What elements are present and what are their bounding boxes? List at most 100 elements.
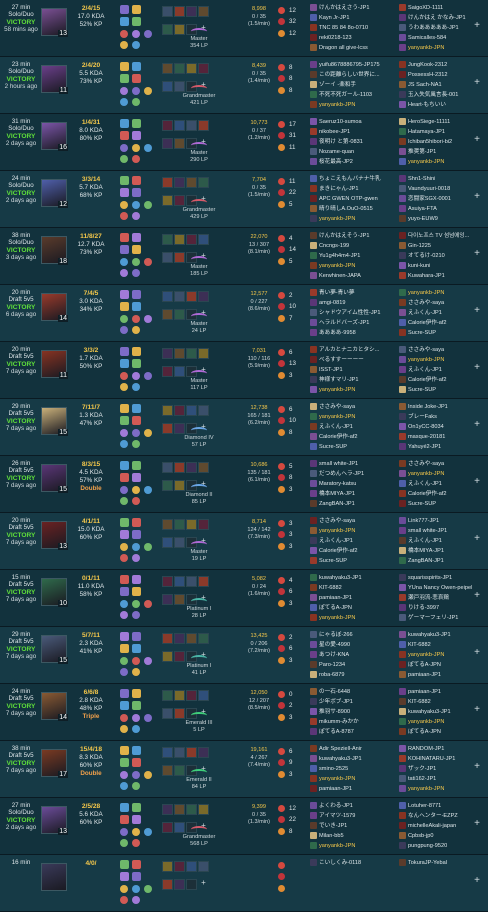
player-entry[interactable]: HeroSiege-11111 — [399, 117, 485, 127]
player-entry[interactable]: yanyankb-JPN — [399, 43, 485, 53]
player-entry[interactable]: でいき-JP1 — [310, 821, 396, 831]
player-entry[interactable]: yanyankb-JPN — [399, 288, 485, 298]
player-name[interactable]: Calorie伊作-af2 — [408, 491, 447, 497]
player-name[interactable]: べるすすーーーー — [319, 357, 364, 363]
player-entry[interactable]: Cpbsb-jp0 — [399, 831, 485, 841]
player-entry[interactable]: この距離らしい世界に... — [310, 70, 396, 80]
player-name[interactable]: ささみや-saya — [408, 461, 444, 467]
player-entry[interactable]: masque-20181 — [399, 432, 485, 442]
player-name[interactable]: TNC 85 84 8o-0710 — [319, 25, 368, 31]
player-entry[interactable]: まきにゃん-JP1 — [310, 184, 396, 194]
player-entry[interactable]: KIT-6882 — [310, 583, 396, 593]
player-entry[interactable]: reki0218-123 — [310, 33, 396, 43]
player-entry[interactable]: smino-2525 — [310, 764, 396, 774]
player-name[interactable]: アルカとナニカとタシ... — [319, 347, 379, 353]
player-name[interactable]: On1yCC-8034 — [408, 424, 444, 430]
player-entry[interactable]: えふくん-JP1 — [310, 422, 396, 432]
player-entry[interactable]: ぽてるA-JPN — [399, 660, 485, 670]
match-row[interactable]: 29 min Draft 5v5 VICTORY 7 days ago 15 5/7/11… — [0, 627, 488, 684]
player-name[interactable]: 瀬戸羽流-悲哀鶏 — [408, 595, 449, 601]
player-name[interactable]: Sucre-SUP — [319, 444, 347, 450]
player-name[interactable]: Lotuher-8771 — [408, 803, 441, 809]
player-name[interactable]: Kerwhinen-JAPA — [319, 273, 361, 279]
player-name[interactable]: Asuiya-FTA — [408, 206, 437, 212]
player-name[interactable]: kuni-kuni — [408, 263, 430, 269]
player-name[interactable]: Milan-bb5 — [319, 833, 344, 839]
player-entry[interactable]: Saeruz10-sumoa — [310, 117, 396, 127]
player-name[interactable]: Sucre-SUP — [408, 501, 436, 507]
player-name[interactable]: ZangBAN-JP1 — [408, 558, 444, 564]
expand-button[interactable]: + — [472, 533, 482, 544]
player-name[interactable]: にゃるぼ-266 — [319, 632, 353, 638]
player-entry[interactable]: よくわる-JP1 — [310, 801, 396, 811]
player-entry[interactable]: small white-JP1 — [310, 459, 396, 469]
player-name[interactable]: KIT-6882 — [319, 585, 342, 591]
player-name[interactable]: 橋本MIYA-JP1 — [408, 548, 444, 554]
player-name[interactable]: Calorie伊作-af2 — [408, 377, 447, 383]
player-name[interactable]: 青い夢-青い夢 — [319, 290, 354, 296]
player-name[interactable]: ぽてるA-JPN — [408, 729, 441, 735]
player-entry[interactable]: にゃるぼ-266 — [310, 630, 396, 640]
player-entry[interactable]: Kerwhinen-JAPA — [310, 271, 396, 281]
player-entry[interactable]: pungpung-9520 — [399, 841, 485, 851]
player-name[interactable]: kuwahyaku3-JP1 — [319, 756, 362, 762]
player-entry[interactable]: Kayn Jr-JP1 — [310, 13, 396, 23]
player-name[interactable]: の一石-6448 — [319, 689, 350, 695]
player-entry[interactable]: yanyankb-JPN — [310, 526, 396, 536]
player-name[interactable]: Hatamaya-JP1 — [408, 129, 445, 135]
player-name[interactable]: tati162-JP1 — [408, 776, 436, 782]
player-name[interactable]: yanyankb-JPN — [408, 719, 444, 725]
player-name[interactable]: うわあああああ-JP1 — [408, 25, 459, 31]
player-name[interactable]: reki0218-123 — [319, 35, 352, 41]
player-name[interactable]: Ichiban5hibori-bi2 — [408, 139, 452, 145]
player-entry[interactable]: TNC 85 84 8o-0710 — [310, 23, 396, 33]
player-entry[interactable]: pamiaan-JP1 — [399, 687, 485, 697]
player-entry[interactable]: yanyankb-JPN — [310, 841, 396, 851]
player-name[interactable]: ザック-JP1 — [408, 766, 436, 772]
player-name[interactable]: Inside Joke-JP1 — [408, 404, 448, 410]
player-entry[interactable]: RANDOM-JP1 — [399, 744, 485, 754]
player-name[interactable]: ブレーFaks — [408, 414, 437, 420]
player-name[interactable]: Calorie伊作-af2 — [319, 548, 358, 554]
player-entry[interactable]: ISST-JP1 — [310, 365, 396, 375]
player-name[interactable]: 恋闘家SGX-0001 — [408, 196, 451, 202]
player-entry[interactable]: pamiaan-JP1 — [310, 593, 396, 603]
player-name[interactable]: 橋本MIYA-JP1 — [319, 491, 355, 497]
player-name[interactable]: KIT-6882 — [408, 642, 431, 648]
player-name[interactable]: だつめんヘラ-JP1 — [319, 471, 364, 477]
player-name[interactable]: Kuwahara-JP1 — [408, 273, 445, 279]
player-entry[interactable]: yanyankb-JPN — [310, 613, 396, 623]
expand-button[interactable]: + — [472, 77, 482, 88]
player-entry[interactable]: えふくん-JP1 — [310, 536, 396, 546]
player-entry[interactable]: ヘラルドバーズ-JP1 — [310, 318, 396, 328]
player-entry[interactable]: の一石-6448 — [310, 687, 396, 697]
player-entry[interactable]: JungKook-2312 — [399, 60, 485, 70]
player-name[interactable]: yanyankb-JPN — [319, 414, 355, 420]
match-row[interactable]: 38 min Solo/Duo VICTORY 3 days ago 18 11/8/27… — [0, 228, 488, 285]
player-entry[interactable]: Heart-もちいい — [399, 100, 485, 110]
player-name[interactable]: yanyankb-JPN — [408, 290, 444, 296]
player-name[interactable]: 推羽サ-8900 — [319, 709, 350, 715]
match-row[interactable]: 24 min Draft 5v5 VICTORY 7 days ago 14 6/6/8 2… — [0, 684, 488, 741]
player-name[interactable]: ちょこえもんバナナ牛乳 — [319, 176, 381, 182]
player-entry[interactable]: 夜明け と第-0831 — [310, 137, 396, 147]
player-name[interactable]: ささみや-saya — [408, 300, 444, 306]
player-entry[interactable]: 다이노프스 TV 섬넘에잉... — [399, 231, 485, 241]
player-name[interactable]: えふくん-JP1 — [408, 538, 442, 544]
player-name[interactable]: Saeruz10-sumoa — [319, 119, 362, 125]
player-name[interactable]: kuwahyaku3-JP1 — [319, 575, 362, 581]
player-entry[interactable]: Sucre-SUP — [399, 499, 485, 509]
player-name[interactable]: ああああ-9958 — [319, 330, 356, 336]
player-name[interactable]: yanyankb-JPN — [319, 776, 355, 782]
player-name[interactable]: 桜花最高-JP2 — [319, 159, 353, 165]
player-entry[interactable]: pamiaan-JP1 — [399, 670, 485, 680]
player-name[interactable]: pamiaan-JP1 — [408, 672, 441, 678]
player-name[interactable]: nikobee-JP1 — [319, 129, 350, 135]
player-name[interactable]: yanyankb-JPN — [319, 528, 355, 534]
player-name[interactable]: ぽてるA-JPN — [319, 605, 352, 611]
player-entry[interactable]: 橋本MIYA-JP1 — [310, 489, 396, 499]
player-name[interactable]: りける-3997 — [408, 605, 439, 611]
expand-button[interactable]: + — [472, 419, 482, 430]
player-name[interactable]: ささみや-saya — [408, 347, 444, 353]
expand-button[interactable]: + — [472, 647, 482, 658]
